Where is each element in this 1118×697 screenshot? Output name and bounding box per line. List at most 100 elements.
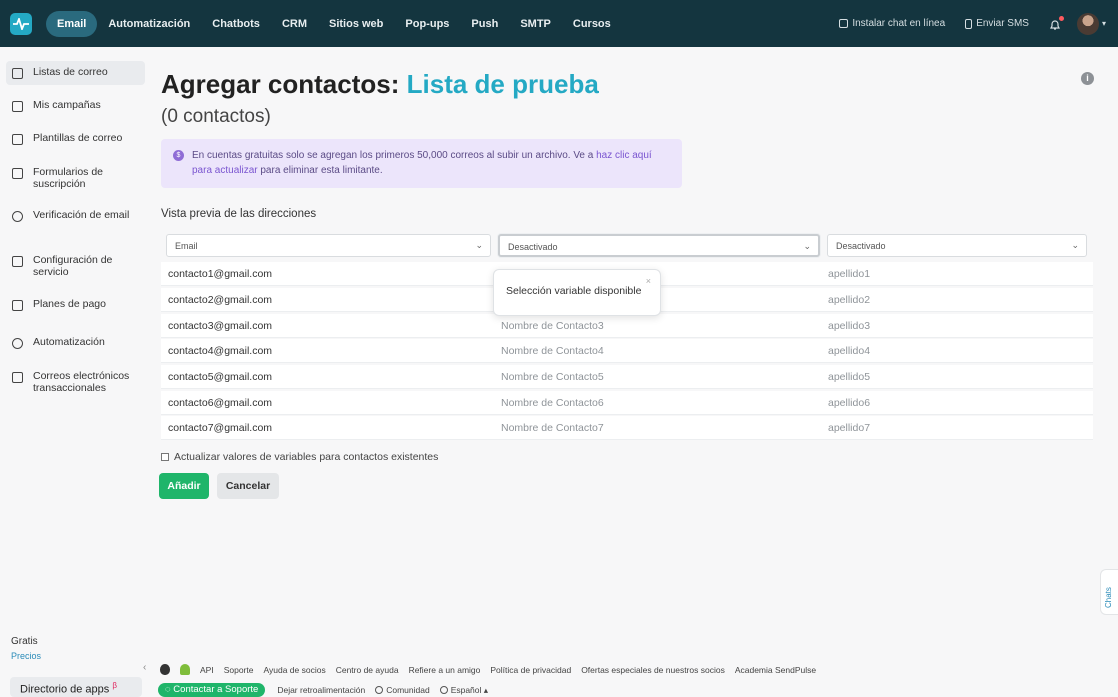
community-icon [375, 686, 384, 694]
sendpulse-logo-icon[interactable] [10, 12, 32, 35]
footer-link-api[interactable]: API [200, 665, 214, 675]
update-variables-checkbox[interactable] [161, 453, 169, 461]
nav-push[interactable]: Push [460, 11, 509, 37]
nav-automatizacion[interactable]: Automatización [97, 11, 201, 37]
sidebar-item-formularios[interactable]: Formularios de suscripción [6, 161, 145, 196]
sidebar-item-configuracion[interactable]: Configuración de servicio [6, 249, 145, 284]
grid-icon [12, 372, 23, 383]
globe-icon [439, 686, 448, 694]
sidebar-item-transaccionales[interactable]: Correos electrónicos transaccionales [6, 365, 145, 400]
install-chat-label: Instalar chat en línea [852, 18, 946, 29]
table-cell: contacto3@gmail.com [168, 320, 273, 332]
beta-badge: β [112, 681, 117, 690]
collapse-sidebar-icon[interactable]: ‹ [143, 662, 146, 673]
sidebar-item-label: Correos electrónicos transaccionales [33, 370, 130, 394]
footer-links: API Soporte Ayuda de socios Centro de ay… [160, 664, 826, 675]
android-icon[interactable] [180, 664, 190, 675]
sidebar-item-verificacion[interactable]: Verificación de email [6, 204, 145, 228]
preview-heading: Vista previa de las direcciones [161, 208, 317, 220]
nav-chatbots[interactable]: Chatbots [201, 11, 271, 37]
table-cell: apellido1 [828, 268, 871, 280]
apple-icon[interactable] [160, 664, 170, 675]
footer-link-soporte[interactable]: Soporte [224, 665, 254, 675]
cancel-button[interactable]: Cancelar [217, 473, 279, 499]
add-button[interactable]: Añadir [159, 473, 209, 499]
column-select-1[interactable]: Email ⌄ [166, 234, 491, 257]
check-circle-icon [12, 211, 23, 222]
nav-crm[interactable]: CRM [271, 11, 318, 37]
update-variables-option[interactable]: Actualizar valores de variables para con… [161, 451, 438, 463]
chats-tab-label: Chats [1104, 587, 1113, 608]
table-cell: contacto2@gmail.com [168, 294, 273, 306]
payment-icon [12, 300, 23, 311]
sidebar-item-label: Configuración de servicio [33, 254, 113, 278]
notification-dot [1058, 15, 1064, 21]
sidebar-item-mis-campanas[interactable]: Mis campañas [6, 94, 145, 118]
notice-text-end: para eliminar esta limitante. [257, 165, 383, 176]
nav-smtp[interactable]: SMTP [509, 11, 562, 37]
column-select-3[interactable]: Desactivado ⌄ [827, 234, 1087, 257]
user-avatar[interactable] [1076, 12, 1099, 35]
nav-pop-ups[interactable]: Pop-ups [394, 11, 460, 37]
settings-icon [12, 256, 23, 267]
send-sms-label: Enviar SMS [976, 18, 1029, 29]
nav-sitios-web[interactable]: Sitios web [318, 11, 394, 37]
chevron-up-icon: ▴ [483, 684, 489, 695]
table-cell: Nombre de Contacto5 [501, 371, 604, 383]
column-select-2[interactable]: Desactivado ⌄ [498, 234, 820, 257]
table-row: contacto5@gmail.com Nombre de Contacto5 ap… [161, 365, 1093, 389]
feedback-link[interactable]: Dejar retroalimentación [277, 685, 365, 695]
app-directory-button[interactable]: Directorio de apps β [10, 677, 142, 697]
list-icon [12, 68, 23, 79]
table-cell: apellido6 [828, 397, 871, 409]
table-cell: Nombre de Contacto6 [501, 397, 604, 409]
sidebar-item-plantillas[interactable]: Plantillas de correo [6, 127, 145, 151]
sidebar-item-listas-de-correo[interactable]: Listas de correo [6, 61, 145, 85]
footer-link-centro-ayuda[interactable]: Centro de ayuda [336, 665, 399, 675]
list-name-link[interactable]: Lista de prueba [407, 69, 599, 99]
language-selector[interactable]: Español ▴ [439, 684, 489, 696]
table-cell: contacto7@gmail.com [168, 422, 273, 434]
sidebar-item-label: Plantillas de correo [33, 132, 123, 144]
install-chat-link[interactable]: Instalar chat en línea [839, 18, 945, 29]
table-row: contacto6@gmail.com Nombre de Contacto6 ap… [161, 391, 1093, 415]
nav-email[interactable]: Email [46, 10, 98, 37]
feedback-label: Dejar retroalimentación [277, 685, 366, 695]
footer-link-refiere[interactable]: Refiere a un amigo [409, 665, 481, 675]
footer-link-privacidad[interactable]: Política de privacidad [490, 665, 571, 675]
page-title-prefix: Agregar contactos: [161, 69, 400, 99]
pricing-link[interactable]: Precios [11, 651, 41, 661]
chevron-down-icon: ⌄ [475, 240, 483, 250]
dollar-icon: $ [173, 150, 184, 161]
sidebar-item-label: Listas de correo [33, 66, 108, 78]
flow-icon [12, 338, 23, 349]
top-navigation-bar: Email Automatización Chatbots CRM Sitios… [0, 0, 1118, 47]
community-link[interactable]: Comunidad [375, 685, 430, 695]
chevron-down-icon[interactable]: ▾ [1102, 19, 1106, 28]
tooltip-text: Selección variable disponible [506, 285, 642, 297]
bell-icon[interactable] [1049, 15, 1064, 30]
table-cell: contacto5@gmail.com [168, 371, 273, 383]
sidebar: Listas de correo Mis campañas Plantillas… [0, 47, 150, 697]
table-cell: Nombre de Contacto3 [501, 320, 604, 332]
table-cell: Nombre de Contacto4 [501, 345, 604, 357]
table-cell: apellido2 [828, 294, 871, 306]
send-sms-link[interactable]: Enviar SMS [965, 18, 1029, 29]
sidebar-item-automatizacion[interactable]: Automatización [6, 331, 145, 355]
column-select-value: Desactivado [836, 241, 886, 251]
footer-link-academia[interactable]: Academia SendPulse [735, 665, 816, 675]
nav-cursos[interactable]: Cursos [562, 11, 622, 37]
contact-support-button[interactable]: ◌ Contactar a Soporte [158, 683, 266, 697]
close-icon[interactable]: × [646, 276, 651, 286]
main-nav: Email Automatización Chatbots CRM Sitios… [46, 10, 622, 37]
footer-link-ayuda-socios[interactable]: Ayuda de socios [263, 665, 325, 675]
top-right-actions: Instalar chat en línea Enviar SMS ▾ [819, 12, 1106, 35]
info-icon[interactable]: i [1081, 72, 1094, 85]
chats-side-tab[interactable]: Chats [1100, 569, 1118, 615]
sidebar-item-planes-de-pago[interactable]: Planes de pago [6, 293, 145, 317]
table-cell: contacto6@gmail.com [168, 397, 273, 409]
variable-tooltip: Selección variable disponible × [493, 269, 661, 316]
footer-actions: ◌ Contactar a Soporte Dejar retroaliment… [158, 683, 498, 697]
footer-link-ofertas[interactable]: Ofertas especiales de nuestros socios [581, 665, 725, 675]
sidebar-item-label: Verificación de email [33, 209, 130, 221]
